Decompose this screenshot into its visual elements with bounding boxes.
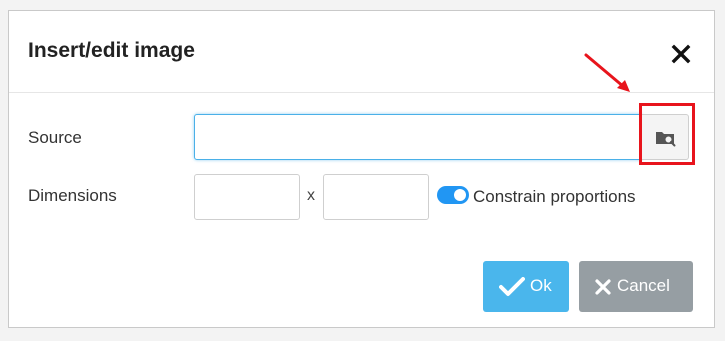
toggle-knob [454, 189, 466, 201]
dialog-header: Insert/edit image [9, 11, 714, 93]
source-input[interactable] [194, 114, 642, 160]
height-input[interactable] [323, 174, 429, 220]
width-input[interactable] [194, 174, 300, 220]
dimensions-label: Dimensions [28, 186, 117, 205]
ok-button-label: Ok [530, 276, 552, 295]
constrain-proportions-toggle[interactable] [437, 186, 469, 204]
close-button[interactable] [671, 44, 693, 66]
cancel-button-label: Cancel [617, 276, 670, 295]
folder-search-icon [656, 132, 676, 147]
source-label: Source [28, 128, 82, 147]
browse-source-button[interactable] [642, 114, 689, 160]
insert-edit-image-dialog: Insert/edit image Source Dimensions x Co… [8, 10, 715, 328]
close-icon [671, 44, 691, 64]
cancel-button[interactable]: Cancel [579, 261, 693, 312]
checkmark-icon [499, 277, 525, 296]
dialog-title: Insert/edit image [28, 39, 195, 62]
ok-button[interactable]: Ok [483, 261, 569, 312]
x-icon [595, 279, 611, 295]
constrain-proportions-label: Constrain proportions [473, 187, 636, 206]
dimensions-separator: x [307, 187, 315, 204]
